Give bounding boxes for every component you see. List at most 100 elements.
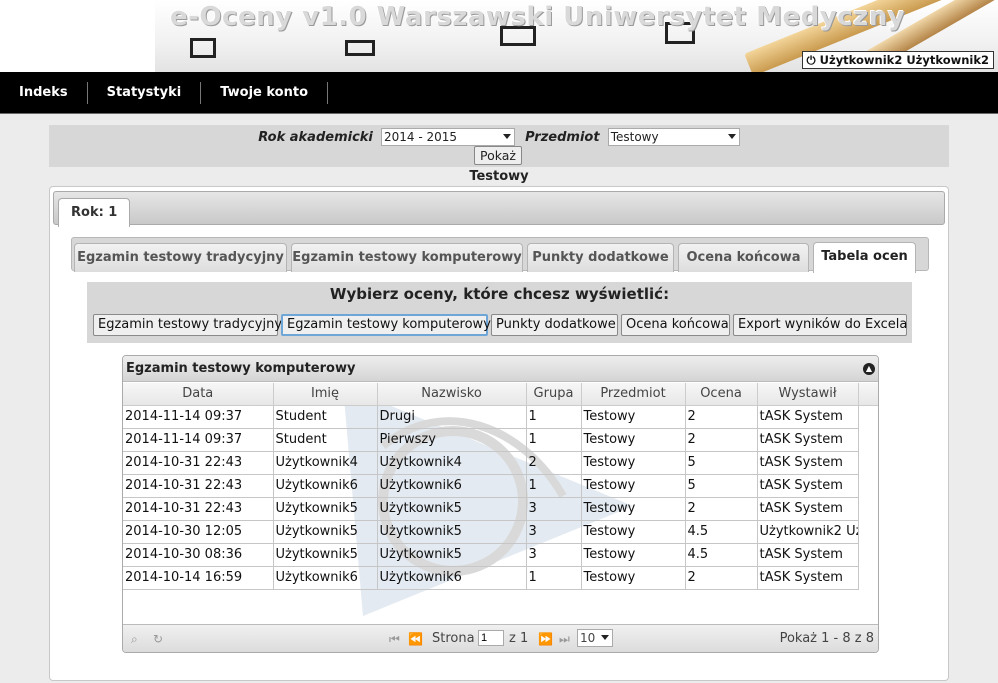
table-spacer-cell [858,520,878,543]
checkbox-doodle [190,38,216,58]
table-cell: 3 [526,543,582,567]
page-size-value: 10 [580,631,596,645]
grades-table: Data Imię Nazwisko Grupa Przedmiot Ocena… [123,383,878,590]
prev-page-icon[interactable]: ⏪ [408,631,423,647]
page-size-select[interactable]: 10 [577,629,613,647]
table-row[interactable]: 2014-10-31 22:43 Użytkownik4 Użytkownik4 2 T… [123,451,878,475]
table-row[interactable]: 2014-11-14 09:37 Student Pierwszy 1 Testowy 2… [123,428,878,452]
col-header-imie[interactable]: Imię [273,383,378,406]
table-header-row: Data Imię Nazwisko Grupa Przedmiot Ocena… [123,383,878,406]
tab-tabela-ocen[interactable]: Tabela ocen [813,242,916,273]
table-row[interactable]: 2014-10-30 08:36 Użytkownik5 Użytkownik5 3 T… [123,543,878,567]
table-cell: tASK System [757,451,859,475]
tab-egzamin-tradycyjny[interactable]: Egzamin testowy tradycyjny [74,243,287,272]
subject-select-value: Testowy [610,130,659,144]
table-cell: tASK System [757,566,859,590]
user-name: Użytkownik2 Użytkownik2 [819,53,989,67]
table-cell: tASK System [757,405,859,429]
table-row[interactable]: 2014-10-30 12:05 Użytkownik5 Użytkownik5 3 T… [123,520,878,544]
user-account-link[interactable]: ⏻ Użytkownik2 Użytkownik2 [801,51,994,69]
table-cell: 2 [685,428,758,452]
table-cell: Użytkownik6 [273,474,378,498]
table-cell: 2014-10-14 16:59 [123,566,274,590]
nav-item-indeks[interactable]: Indeks [0,82,88,104]
table-cell: 2014-10-31 22:43 [123,474,274,498]
table-cell: Użytkownik5 [273,497,378,521]
table-cell: 2 [685,405,758,429]
table-cell: tASK System [757,474,859,498]
tab-egzamin-komputerowy[interactable]: Egzamin testowy komputerowy [291,243,523,272]
table-cell: 1 [526,474,582,498]
subject-select[interactable]: Testowy [607,128,740,146]
records-summary: Pokaż 1 - 8 z 8 [779,631,874,646]
year-select[interactable]: 2014 - 2015 [381,128,516,146]
table-row[interactable]: 2014-10-31 22:43 Użytkownik6 Użytkownik6 1 T… [123,474,878,498]
last-page-icon[interactable]: ⏭ [559,631,570,647]
chevron-down-icon [727,134,736,139]
col-header-przedmiot[interactable]: Przedmiot [581,383,686,406]
app-title: e-Oceny v1.0 Warszawski Uniwersytet Medy… [170,2,906,32]
page-total: z 1 [509,631,529,646]
table-cell: 3 [526,497,582,521]
chooser-heading: Wybierz oceny, które chcesz wyświetlić: [329,285,670,303]
first-page-icon[interactable]: ⏮ [389,631,400,647]
table-cell: 2014-11-14 09:37 [123,428,274,452]
table-cell: 3 [526,520,582,544]
collapse-icon[interactable]: ▲ [863,363,875,375]
table-cell: Testowy [581,428,686,452]
subject-title: Testowy [469,169,529,184]
table-cell: Użytkownik5 [377,520,527,544]
table-cell: Testowy [581,520,686,544]
page-input[interactable] [478,630,504,646]
show-punkty-button[interactable]: Punkty dodatkowe [491,314,618,336]
table-cell: Testowy [581,474,686,498]
table-cell: 4.5 [685,520,758,544]
table-cell: Drugi [377,405,527,429]
table-cell: tASK System [757,497,859,521]
filter-bar: Rok akademicki 2014 - 2015 Przedmiot Tes… [49,125,949,167]
table-cell: Student [273,428,378,452]
search-icon[interactable]: ⌕ [131,631,138,647]
table-cell: tASK System [757,543,859,567]
col-header-wystawil[interactable]: Wystawił [757,383,859,406]
table-cell: 2 [685,566,758,590]
show-tradycyjny-button[interactable]: Egzamin testowy tradycyjny [93,314,282,336]
table-cell: Użytkownik5 [377,543,527,567]
table-cell: 2 [685,497,758,521]
show-button[interactable]: Pokaż [474,146,522,165]
tab-ocena-koncowa[interactable]: Ocena końcowa [678,243,809,272]
table-cell: 2014-10-31 22:43 [123,451,274,475]
table-cell: 1 [526,566,582,590]
table-cell: Użytkownik5 [377,497,527,521]
table-spacer-cell [858,428,878,451]
table-cell: 2 [526,451,582,475]
grade-chooser: Wybierz oceny, które chcesz wyświetlić: … [87,282,912,343]
col-header-nazwisko[interactable]: Nazwisko [377,383,527,406]
col-header-data[interactable]: Data [123,383,274,406]
table-cell: Student [273,405,378,429]
next-page-icon[interactable]: ⏩ [538,631,553,647]
table-cell: Użytkownik4 [273,451,378,475]
nav-item-statystyki[interactable]: Statystyki [88,82,202,104]
table-cell: 2014-10-30 08:36 [123,543,274,567]
show-ocena-koncowa-button[interactable]: Ocena końcowa [621,314,730,336]
year-select-value: 2014 - 2015 [384,130,458,144]
table-cell: Pierwszy [377,428,527,452]
nav-item-twoje-konto[interactable]: Twoje konto [201,82,328,104]
col-header-grupa[interactable]: Grupa [526,383,582,406]
table-cell: Użytkownik5 [273,543,378,567]
table-cell: Testowy [581,497,686,521]
table-cell: 1 [526,428,582,452]
refresh-icon[interactable]: ↻ [153,631,163,647]
col-header-ocena[interactable]: Ocena [685,383,758,406]
table-row[interactable]: 2014-10-14 16:59 Użytkownik6 Użytkownik6 1 T… [123,566,878,590]
table-row[interactable]: 2014-10-31 22:43 Użytkownik5 Użytkownik5 3 T… [123,497,878,521]
tab-punkty-dodatkowe[interactable]: Punkty dodatkowe [527,243,674,272]
tab-year-1[interactable]: Rok: 1 [58,198,131,227]
table-cell: Użytkownik4 [377,451,527,475]
show-komputerowy-button[interactable]: Egzamin testowy komputerowy [281,314,491,336]
page-input-wrap [478,630,504,646]
export-excel-button[interactable]: Export wyników do Excela [733,314,907,336]
table-cell: tASK System [757,428,859,452]
table-row[interactable]: 2014-11-14 09:37 Student Drugi 1 Testowy 2 tAS… [123,405,878,429]
